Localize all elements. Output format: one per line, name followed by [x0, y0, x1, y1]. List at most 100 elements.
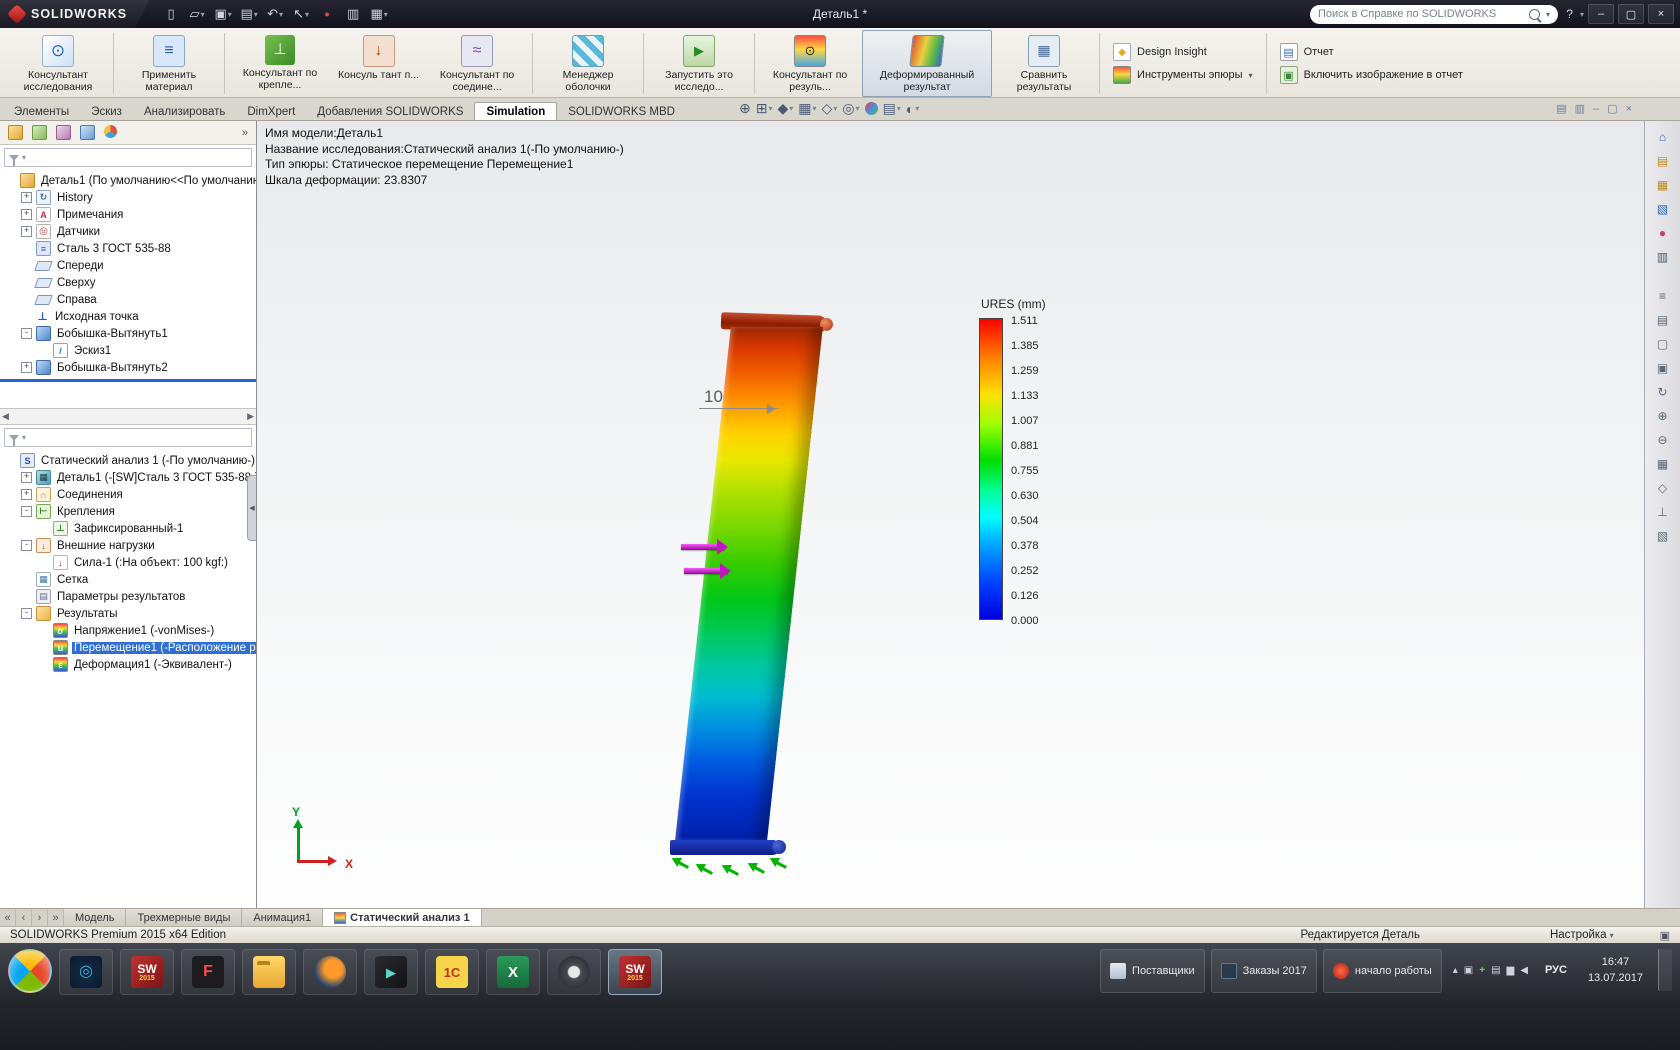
- search-icon[interactable]: [1528, 8, 1540, 20]
- commandmanager-tab[interactable]: Эскиз: [80, 103, 133, 120]
- display-style-icon[interactable]: [821, 100, 839, 117]
- tree-item[interactable]: Бобышка-Вытянуть2: [0, 359, 256, 376]
- ribbon-button[interactable]: Деформированный результат: [862, 30, 993, 97]
- cascade-windows-icon[interactable]: [1575, 102, 1585, 115]
- commandmanager-tab[interactable]: SOLIDWORKS MBD: [557, 103, 686, 120]
- menu-icon[interactable]: [1651, 285, 1675, 306]
- configuration-manager-icon[interactable]: [56, 125, 71, 140]
- filter-caret-icon[interactable]: ▾: [22, 433, 26, 442]
- section-view-icon[interactable]: [776, 100, 794, 117]
- commandmanager-tab[interactable]: DimXpert: [236, 103, 306, 120]
- study-tree-filter-input[interactable]: ▾: [4, 428, 252, 447]
- pane-top-icon[interactable]: [1651, 309, 1675, 330]
- view-palette-icon[interactable]: [1651, 198, 1675, 219]
- expander-icon[interactable]: [21, 489, 32, 500]
- zoom-out-icon[interactable]: [1651, 429, 1675, 450]
- select-arrow-icon[interactable]: [289, 4, 313, 24]
- document-tab[interactable]: Анимация1: [242, 909, 324, 926]
- ribbon-button[interactable]: Сравнить результаты: [992, 30, 1096, 97]
- help-button[interactable]: ?: [1563, 7, 1576, 21]
- expander-icon[interactable]: [21, 472, 32, 483]
- tree-item[interactable]: History: [0, 189, 256, 206]
- network-icon[interactable]: [1507, 965, 1515, 976]
- start-button[interactable]: [8, 949, 52, 993]
- tray-app-button[interactable]: Поставщики: [1100, 949, 1205, 993]
- tab-nav-arrow-icon[interactable]: ›: [32, 909, 48, 926]
- undo-icon[interactable]: [263, 4, 287, 24]
- expander-icon[interactable]: [21, 362, 32, 373]
- panel-splitter-handle[interactable]: ◀: [247, 475, 256, 541]
- tree-item[interactable]: Деформация1 (-Эквивалент-): [0, 656, 256, 673]
- volume-icon[interactable]: [1520, 965, 1528, 976]
- tree-item[interactable]: Сила-1 (:На объект: 100 kgf:): [0, 554, 256, 571]
- minimize-button[interactable]: –: [1588, 4, 1614, 24]
- graphics-area[interactable]: Имя модели:Деталь1 Название исследования:…: [257, 121, 1644, 908]
- ribbon-button[interactable]: Консультант исследования: [6, 30, 110, 97]
- tree-item[interactable]: Исходная точка: [0, 308, 256, 325]
- zoom-area-icon[interactable]: [755, 100, 774, 117]
- pane-box-icon[interactable]: [1651, 333, 1675, 354]
- help-caret-icon[interactable]: ▾: [1580, 10, 1584, 19]
- pane-filled-icon[interactable]: [1651, 357, 1675, 378]
- status-panel-icon[interactable]: ▣: [1660, 929, 1670, 942]
- property-manager-icon[interactable]: [32, 125, 47, 140]
- show-desktop-button[interactable]: [1658, 949, 1672, 991]
- tree-horizontal-scrollbar[interactable]: ◀ ▶: [0, 408, 256, 425]
- taskbar-app-button[interactable]: SW 2015: [608, 949, 662, 995]
- taskbar-app-button[interactable]: F: [181, 949, 235, 995]
- tree-filter-input[interactable]: ▾: [4, 148, 252, 167]
- scene-icon[interactable]: [882, 100, 902, 117]
- minimize-doc-icon[interactable]: [1593, 102, 1599, 115]
- tree-item[interactable]: Напряжение1 (-vonMises-): [0, 622, 256, 639]
- file-explorer-icon[interactable]: [1651, 174, 1675, 195]
- dropdown-caret-icon[interactable]: ▾: [1249, 71, 1253, 80]
- tree-item[interactable]: Датчики: [0, 223, 256, 240]
- tab-nav-arrow-icon[interactable]: »: [48, 909, 64, 926]
- expander-icon[interactable]: [21, 540, 32, 551]
- tree-item[interactable]: Примечания: [0, 206, 256, 223]
- tree-item[interactable]: Спереди: [0, 257, 256, 274]
- taskbar-app-button[interactable]: [547, 949, 601, 995]
- tab-nav-arrow-icon[interactable]: ‹: [16, 909, 32, 926]
- record-icon[interactable]: [315, 4, 339, 24]
- custom-props-icon[interactable]: [1651, 246, 1675, 267]
- normals-icon[interactable]: [1651, 501, 1675, 522]
- ribbon-button[interactable]: Консуль тант п...: [332, 30, 425, 97]
- taskbar-app-button[interactable]: [59, 949, 113, 995]
- open-file-icon[interactable]: [185, 4, 209, 24]
- settings-dropdown[interactable]: Настройка ▾: [1550, 929, 1614, 941]
- close-doc-icon[interactable]: [1626, 102, 1632, 115]
- restore-button[interactable]: ▢: [1618, 4, 1644, 24]
- tree-item[interactable]: Справа: [0, 291, 256, 308]
- taskbar-app-button[interactable]: [364, 949, 418, 995]
- dimension-annotation[interactable]: 10: [699, 387, 778, 414]
- model-beam[interactable]: [670, 312, 828, 876]
- commandmanager-tab[interactable]: Simulation: [474, 102, 558, 120]
- save-icon[interactable]: [211, 4, 235, 24]
- scroll-left-icon[interactable]: ◀: [2, 411, 9, 422]
- ribbon-button[interactable]: Консультант по крепле...: [228, 30, 332, 97]
- tree-item[interactable]: Крепления: [0, 503, 256, 520]
- panel-chevron-icon[interactable]: »: [242, 127, 248, 139]
- dimxpert-manager-icon[interactable]: [80, 125, 95, 140]
- taskbar-app-button[interactable]: [242, 949, 296, 995]
- ribbon-small-button[interactable]: Design Insight ▾: [1113, 43, 1253, 61]
- taskbar-app-button[interactable]: X: [486, 949, 540, 995]
- tree-item[interactable]: Сверху: [0, 274, 256, 291]
- properties-icon[interactable]: [341, 4, 365, 24]
- display-manager-icon[interactable]: [104, 125, 117, 138]
- ribbon-button[interactable]: Консультант по резуль...: [758, 30, 862, 97]
- expander-icon[interactable]: [21, 328, 32, 339]
- shield-icon[interactable]: [1479, 965, 1485, 976]
- expander-icon[interactable]: [21, 226, 32, 237]
- restore-doc-icon[interactable]: [1607, 102, 1617, 115]
- widget-icon[interactable]: [1464, 965, 1473, 976]
- view-orientation-icon[interactable]: [797, 100, 817, 117]
- taskbar-app-button[interactable]: [303, 949, 357, 995]
- tree-item[interactable]: Бобышка-Вытянуть1: [0, 325, 256, 342]
- search-dropdown-caret-icon[interactable]: ▾: [1546, 10, 1550, 19]
- ribbon-button[interactable]: Запустить это исследо...: [647, 30, 751, 97]
- commandmanager-tab[interactable]: Анализировать: [133, 103, 236, 120]
- document-tab[interactable]: Трехмерные виды: [126, 909, 243, 926]
- expander-icon[interactable]: [21, 209, 32, 220]
